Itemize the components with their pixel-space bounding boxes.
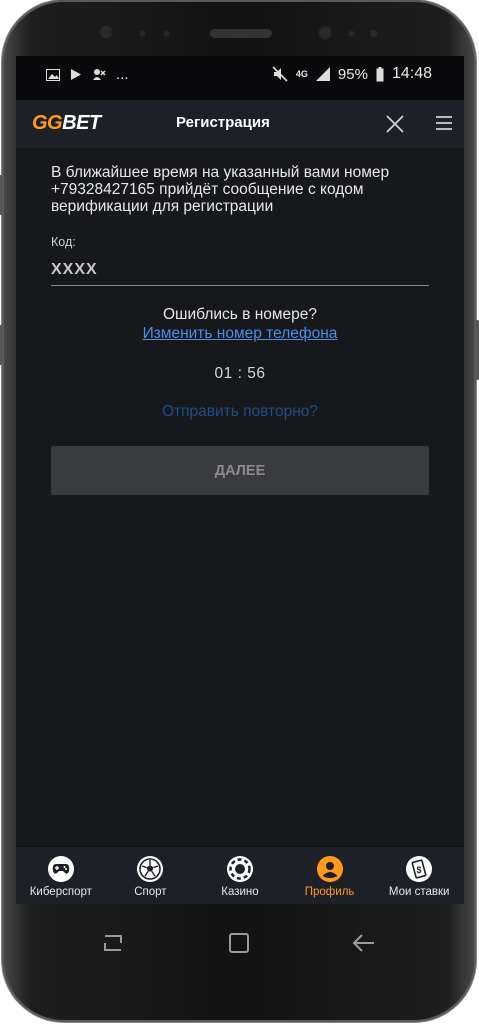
- wrong-number-question: Ошиблись в номере?: [162, 306, 318, 323]
- earpiece-speaker: [210, 29, 272, 38]
- gallery-notification-icon: [46, 68, 60, 81]
- mute-icon: [272, 66, 288, 82]
- gamepad-icon: [47, 856, 74, 882]
- profile-icon: [316, 856, 343, 882]
- svg-text:$: $: [417, 865, 422, 875]
- sensor: [368, 28, 379, 39]
- nav-label: Киберспорт: [29, 886, 92, 898]
- iris-camera: [317, 25, 333, 41]
- nav-item-esports[interactable]: Киберспорт: [16, 847, 106, 904]
- status-bar: ... 4G 95% 14:48: [16, 56, 464, 100]
- bixby-button: [0, 325, 2, 365]
- soccer-ball-icon: [137, 856, 164, 882]
- app-header: GGBET Регистрация: [16, 100, 464, 148]
- change-phone-link[interactable]: Изменить номер телефона: [143, 325, 338, 343]
- nav-item-profile[interactable]: Профиль: [285, 847, 375, 904]
- battery-percent: 95%: [337, 65, 368, 83]
- screen: ... 4G 95% 14:48 GGBET Регистрация В бли…: [16, 56, 464, 904]
- volume-button: [0, 175, 2, 215]
- code-label: Код:: [51, 235, 76, 249]
- sensor: [138, 29, 147, 38]
- missed-call-notification-icon: [93, 69, 106, 80]
- hamburger-menu-icon[interactable]: [434, 115, 452, 131]
- home-icon[interactable]: [228, 932, 250, 954]
- nav-item-casino[interactable]: Казино: [195, 847, 285, 904]
- nav-label: Спорт: [134, 886, 167, 898]
- casino-chip-icon: [226, 856, 253, 882]
- battery-icon: [376, 66, 384, 81]
- nav-label: Профиль: [304, 886, 355, 898]
- more-notifications: ...: [116, 66, 129, 83]
- system-navigation-bar: [16, 904, 464, 974]
- signal-icon: [315, 67, 330, 81]
- play-store-notification-icon: [71, 69, 81, 80]
- back-arrow-icon[interactable]: [352, 932, 376, 954]
- verification-info-text: В ближайшее время на указанный вами номе…: [51, 164, 390, 215]
- nav-item-my-bets[interactable]: $ Мои ставки: [374, 847, 464, 904]
- next-button[interactable]: ДАЛЕЕ: [51, 446, 429, 495]
- nav-label: Казино: [221, 886, 259, 898]
- nav-item-sport[interactable]: Спорт: [106, 847, 196, 904]
- bottom-navigation: Киберспорт Спорт Казино Профиль $ Мои ст…: [16, 846, 464, 904]
- clock: 14:48: [391, 65, 432, 82]
- nav-label: Мои ставки: [388, 886, 450, 898]
- sensor: [347, 29, 356, 38]
- sensor: [162, 29, 171, 38]
- page-title: Регистрация: [176, 114, 270, 131]
- recent-apps-icon[interactable]: [102, 932, 124, 954]
- network-type: 4G: [295, 69, 308, 79]
- resend-link[interactable]: Отправить повторно?: [51, 403, 429, 421]
- ggbet-logo[interactable]: GGBET: [32, 112, 101, 135]
- code-input[interactable]: [51, 255, 429, 286]
- close-icon[interactable]: [384, 113, 406, 135]
- bets-ticket-icon: $: [406, 856, 433, 882]
- countdown-timer: 01 : 56: [214, 365, 266, 382]
- registration-form: В ближайшее время на указанный вами номе…: [16, 164, 464, 495]
- front-camera: [98, 24, 114, 40]
